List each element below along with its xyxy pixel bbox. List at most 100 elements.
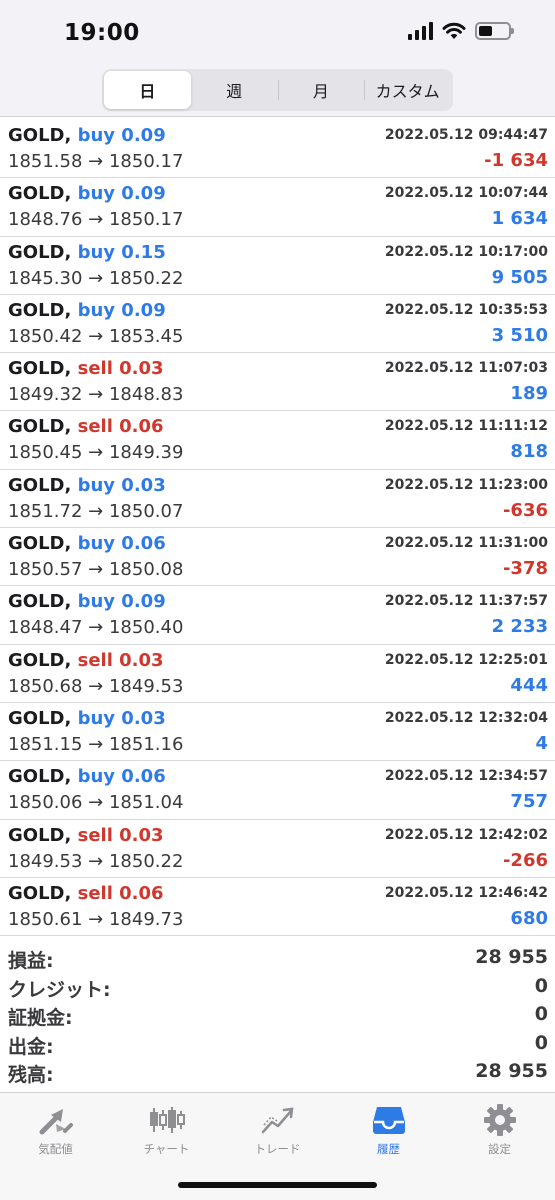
deal-type-volume: buy 0.03 — [77, 707, 166, 729]
deal-row[interactable]: GOLD, buy 0.09 1851.58 → 1850.17 2022.05.1… — [0, 120, 555, 179]
deal-symbol-name: GOLD, — [8, 358, 72, 380]
deal-row[interactable]: GOLD, buy 0.09 1848.76 → 1850.17 2022.05.1… — [0, 178, 555, 237]
deal-type-volume: sell 0.06 — [77, 882, 164, 904]
deal-prices: 1850.42 → 1853.45 — [8, 325, 184, 347]
deal-symbol: GOLD, buy 0.09 — [8, 300, 166, 321]
deal-prices: 1850.45 → 1849.39 — [8, 442, 184, 464]
deal-row[interactable]: GOLD, buy 0.09 1850.42 → 1853.45 2022.05.1… — [0, 295, 555, 354]
deal-profit: -636 — [502, 499, 548, 521]
deal-row[interactable]: GOLD, sell 0.03 1849.53 → 1850.22 2022.05.… — [0, 820, 555, 878]
period-segmented-control: 日 週 月 カスタム — [102, 69, 453, 111]
deal-symbol-name: GOLD, — [8, 766, 72, 788]
segment-month[interactable]: 月 — [277, 71, 365, 109]
deal-prices: 1850.06 → 1851.04 — [8, 792, 184, 814]
deal-symbol-name: GOLD, — [8, 416, 72, 438]
tab-chart-label: チャート — [143, 1142, 190, 1156]
deal-type-volume: sell 0.03 — [77, 358, 164, 380]
deal-time: 2022.05.12 11:07:03 — [384, 360, 548, 377]
deal-row[interactable]: GOLD, buy 0.03 1851.15 → 1851.16 2022.05.1… — [0, 703, 555, 762]
tab-settings[interactable]: 設定 — [444, 1093, 555, 1165]
deal-time: 2022.05.12 12:32:04 — [384, 709, 548, 726]
deal-row[interactable]: GOLD, buy 0.15 1845.30 → 1850.22 2022.05.1… — [0, 237, 555, 295]
deal-row[interactable]: GOLD, sell 0.06 1850.45 → 1849.39 2022.05.… — [0, 411, 555, 470]
deal-profit: 189 — [510, 383, 548, 405]
quotes-icon — [38, 1103, 74, 1137]
deal-list: GOLD, buy 0.09 1851.58 → 1850.17 2022.05.1… — [0, 120, 555, 937]
deal-profit: 818 — [510, 441, 548, 463]
deal-profit: -378 — [502, 558, 548, 580]
battery-icon — [475, 22, 514, 40]
deal-prices: 1845.30 → 1850.22 — [8, 267, 184, 289]
deal-symbol-name: GOLD, — [8, 241, 72, 263]
tab-quotes[interactable]: 気配値 — [0, 1093, 111, 1165]
deal-time: 2022.05.12 09:44:47 — [384, 127, 548, 143]
deal-time: 2022.05.12 11:31:00 — [384, 535, 548, 552]
status-icons — [408, 22, 514, 40]
deal-profit: 680 — [510, 907, 548, 929]
deal-profit: 2 233 — [491, 616, 548, 638]
deal-time: 2022.05.12 12:46:42 — [384, 884, 548, 901]
deal-prices: 1848.76 → 1850.17 — [8, 209, 184, 231]
tab-trade-label: トレード — [254, 1142, 301, 1156]
deal-time: 2022.05.12 12:42:02 — [384, 826, 548, 843]
deal-symbol-name: GOLD, — [8, 125, 72, 146]
deal-type-volume: buy 0.09 — [77, 125, 166, 146]
deal-symbol: GOLD, buy 0.03 — [8, 475, 166, 496]
deal-time: 2022.05.12 12:34:57 — [384, 768, 548, 785]
deal-time: 2022.05.12 10:07:44 — [384, 185, 548, 202]
segment-custom[interactable]: カスタム — [364, 71, 451, 109]
deal-row[interactable]: GOLD, sell 0.06 1850.61 → 1849.73 2022.05.… — [0, 878, 555, 937]
deal-row[interactable]: GOLD, buy 0.06 1850.57 → 1850.08 2022.05.1… — [0, 528, 555, 587]
summary-value: 0 — [534, 1003, 548, 1026]
segment-week[interactable]: 週 — [191, 71, 278, 109]
summary-label: 出金: — [8, 1035, 54, 1058]
deal-prices: 1848.47 → 1850.40 — [8, 617, 184, 639]
deal-row[interactable]: GOLD, buy 0.06 1850.06 → 1851.04 2022.05.1… — [0, 761, 555, 820]
deal-profit: 9 505 — [491, 266, 548, 288]
deal-type-volume: buy 0.06 — [77, 766, 166, 788]
tab-trade[interactable]: トレード — [222, 1093, 333, 1165]
status-bar: 19:00 — [0, 0, 555, 64]
deal-symbol-name: GOLD, — [8, 299, 72, 321]
deal-prices: 1851.72 → 1850.07 — [8, 500, 184, 522]
tab-history-label: 履歴 — [377, 1142, 400, 1156]
deal-row[interactable]: GOLD, sell 0.03 1849.32 → 1848.83 2022.05.… — [0, 353, 555, 412]
deal-type-volume: sell 0.03 — [77, 649, 164, 671]
period-selector-bar: 日 週 月 カスタム — [0, 64, 555, 117]
deal-time: 2022.05.12 10:17:00 — [384, 243, 548, 260]
segment-day[interactable]: 日 — [104, 71, 191, 109]
deal-type-volume: buy 0.15 — [77, 241, 166, 263]
deal-time: 2022.05.12 11:11:12 — [384, 418, 548, 435]
tab-history[interactable]: 履歴 — [333, 1093, 444, 1165]
deal-row[interactable]: GOLD, buy 0.03 1851.72 → 1850.07 2022.05.1… — [0, 470, 555, 529]
deal-time: 2022.05.12 12:25:01 — [384, 651, 548, 668]
tab-chart[interactable]: チャート — [111, 1093, 222, 1165]
deal-profit: -266 — [502, 849, 548, 871]
deal-symbol-name: GOLD, — [8, 533, 72, 555]
deal-row[interactable]: GOLD, sell 0.03 1850.68 → 1849.53 2022.05.… — [0, 645, 555, 703]
summary-row: 証拠金: 0 — [0, 1001, 555, 1030]
deal-time: 2022.05.12 11:23:00 — [384, 476, 548, 493]
deal-profit: 444 — [510, 674, 548, 696]
deal-profit: 4 — [535, 732, 548, 754]
wifi-icon — [442, 22, 466, 39]
summary-row: 残高: 28 955 — [0, 1058, 555, 1087]
summary-row: 損益: 28 955 — [0, 944, 555, 973]
deal-row[interactable]: GOLD, buy 0.09 1848.47 → 1850.40 2022.05.1… — [0, 586, 555, 645]
deal-symbol: GOLD, buy 0.06 — [8, 766, 166, 787]
deal-symbol: GOLD, buy 0.06 — [8, 533, 166, 554]
deal-symbol-name: GOLD, — [8, 707, 72, 729]
summary-value: 0 — [534, 974, 548, 997]
summary-value: 28 955 — [475, 946, 548, 968]
deal-prices: 1850.61 → 1849.73 — [8, 908, 184, 930]
deal-symbol: GOLD, buy 0.09 — [8, 125, 166, 146]
settings-icon — [482, 1103, 518, 1137]
deal-symbol: GOLD, sell 0.03 — [8, 650, 164, 671]
deal-time: 2022.05.12 10:35:53 — [384, 301, 548, 318]
deal-prices: 1849.53 → 1850.22 — [8, 850, 184, 872]
deal-symbol-name: GOLD, — [8, 649, 72, 671]
deal-type-volume: buy 0.09 — [77, 299, 166, 321]
summary-label: 損益: — [8, 950, 54, 972]
deal-type-volume: buy 0.09 — [77, 591, 166, 613]
deal-symbol: GOLD, sell 0.06 — [8, 416, 164, 437]
